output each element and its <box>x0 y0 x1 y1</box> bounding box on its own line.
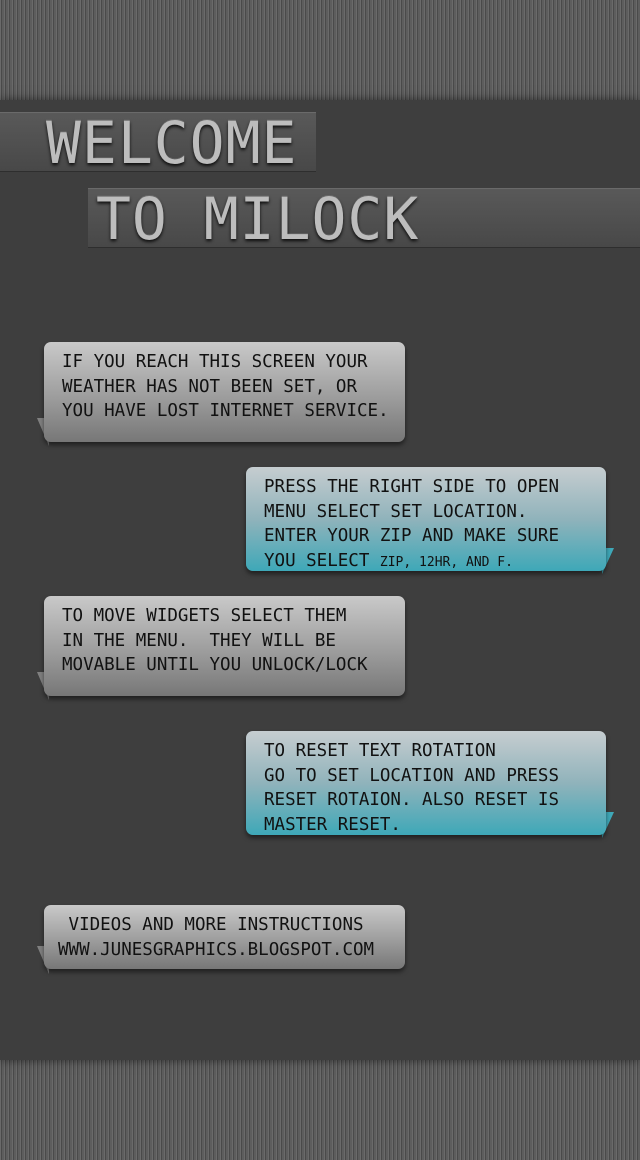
message-bubble-move-widgets: TO MOVE WIDGETS SELECT THEM IN THE MENU.… <box>44 596 405 696</box>
instructions-panel: WELCOME TO MILOCK IF YOU REACH THIS SCRE… <box>0 100 640 1060</box>
message-text: TO MOVE WIDGETS SELECT THEM IN THE MENU.… <box>62 606 368 675</box>
message-bubble-set-location: PRESS THE RIGHT SIDE TO OPEN MENU SELECT… <box>246 467 606 571</box>
message-text: VIDEOS AND MORE INSTRUCTIONS WWW.JUNESGR… <box>58 915 375 960</box>
title-welcome: WELCOME <box>46 109 298 177</box>
message-text: IF YOU REACH THIS SCREEN YOUR WEATHER HA… <box>62 352 389 421</box>
message-bubble-weather-not-set: IF YOU REACH THIS SCREEN YOUR WEATHER HA… <box>44 342 405 442</box>
message-bubble-videos-link: VIDEOS AND MORE INSTRUCTIONS WWW.JUNESGR… <box>44 905 405 969</box>
title-to-milock: TO MILOCK <box>96 185 420 253</box>
message-bubble-reset-rotation: TO RESET TEXT ROTATION GO TO SET LOCATIO… <box>246 731 606 835</box>
message-text: TO RESET TEXT ROTATION GO TO SET LOCATIO… <box>264 741 560 835</box>
message-text-small: ZIP, 12HR, AND F. <box>379 554 513 570</box>
